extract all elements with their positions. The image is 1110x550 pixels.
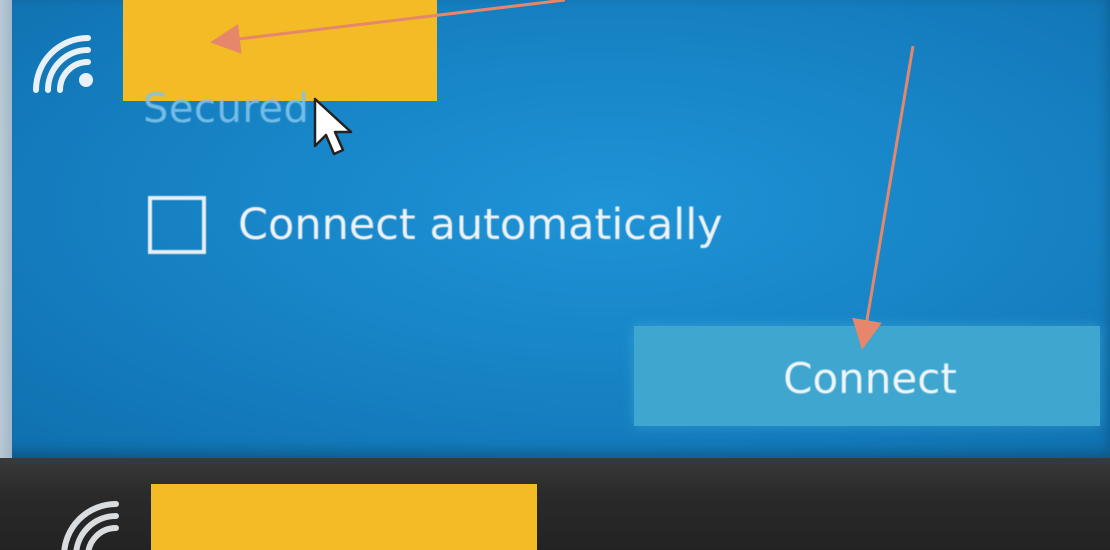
selected-network-item[interactable]: Secured Connect automatically Connect: [0, 0, 1110, 458]
network-name-redaction: [151, 484, 537, 550]
window-edge: [0, 0, 12, 458]
connect-automatically-label[interactable]: Connect automatically: [238, 200, 723, 250]
wifi-signal-icon: [30, 32, 102, 94]
connect-automatically-checkbox[interactable]: [148, 196, 206, 254]
mouse-pointer-icon: [312, 96, 358, 164]
connect-button-label: Connect: [783, 354, 957, 403]
next-network-item[interactable]: [0, 458, 1110, 550]
wifi-signal-icon: [58, 498, 130, 550]
network-status: Secured: [143, 86, 310, 132]
connect-button[interactable]: Connect: [634, 326, 1100, 426]
wifi-network-flyout: Secured Connect automatically Connect: [0, 0, 1110, 550]
